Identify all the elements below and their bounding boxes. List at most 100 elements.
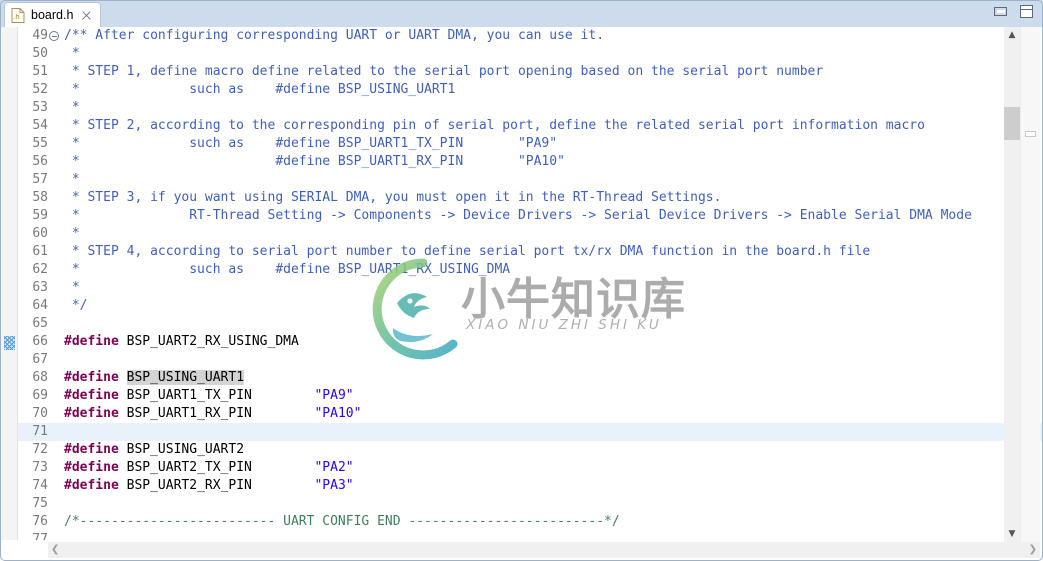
code-lines-container[interactable]: 49 /** After configuring corresponding UA…	[18, 27, 1042, 542]
code-text: * #define BSP_UART1_RX_PIN "PA10"	[64, 153, 565, 171]
code-token: *	[64, 46, 80, 61]
code-line[interactable]: 75	[18, 495, 1042, 513]
horizontal-scrollbar[interactable]: ❮ ❯	[48, 542, 1040, 558]
svg-text:.h: .h	[13, 13, 20, 21]
code-token: BSP_USING_UART1	[126, 370, 245, 385]
code-token: *	[64, 226, 80, 241]
line-number: 65	[32, 316, 48, 331]
code-token: *	[64, 172, 80, 187]
window-titlebar: .h board.h	[0, 0, 1043, 27]
code-token: #define	[64, 334, 119, 349]
code-text: #define BSP_USING_UART2	[64, 441, 244, 459]
code-line[interactable]: 59 * RT-Thread Setting -> Components -> …	[18, 207, 1042, 225]
code-line[interactable]: 71	[18, 423, 1042, 441]
code-token: /** After configuring corresponding UART…	[64, 28, 605, 43]
code-line[interactable]: 61 * STEP 4, according to serial port nu…	[18, 243, 1042, 261]
code-line[interactable]: 76 /*------------------------- UART CONFI…	[18, 513, 1042, 531]
line-number: 68	[32, 370, 48, 385]
line-number: 67	[32, 352, 48, 367]
code-token: *	[64, 280, 80, 295]
code-line[interactable]: 54 * STEP 2, according to the correspond…	[18, 117, 1042, 135]
vertical-scrollbar-thumb[interactable]	[1004, 107, 1020, 140]
change-marker-icon	[4, 336, 15, 350]
code-line[interactable]: 74 #define BSP_UART2_RX_PIN "PA3"	[18, 477, 1042, 495]
code-line[interactable]: 49 /** After configuring corresponding UA…	[18, 27, 1042, 45]
code-line[interactable]: 72 #define BSP_USING_UART2	[18, 441, 1042, 459]
h-file-icon: .h	[11, 7, 25, 23]
code-text: * STEP 1, define macro define related to…	[64, 63, 823, 81]
chevron-down-icon[interactable]: ▼	[1004, 526, 1020, 542]
code-text: #define BSP_UART1_TX_PIN "PA9"	[64, 387, 354, 405]
code-line[interactable]: 70 #define BSP_UART1_RX_PIN "PA10"	[18, 405, 1042, 423]
annotation-gutter[interactable]	[1, 27, 18, 542]
code-token: * such as #define BSP_USING_UART1	[64, 82, 456, 97]
line-number: 50	[32, 46, 48, 61]
line-number: 52	[32, 82, 48, 97]
code-text: *	[64, 171, 80, 189]
code-token: * such as #define BSP_UART1_TX_PIN "PA9"	[64, 136, 558, 151]
line-number: 72	[32, 442, 48, 457]
line-number: 53	[32, 100, 48, 115]
code-line[interactable]: 60 *	[18, 225, 1042, 243]
code-text: /** After configuring corresponding UART…	[64, 27, 604, 45]
line-number: 58	[32, 190, 48, 205]
code-text: * such as #define BSP_USING_UART1	[64, 81, 456, 99]
overview-ruler-marker[interactable]	[1025, 131, 1036, 137]
code-line[interactable]: 52 * such as #define BSP_USING_UART1	[18, 81, 1042, 99]
code-line[interactable]: 64 */	[18, 297, 1042, 315]
close-icon[interactable]	[81, 10, 92, 21]
code-token: BSP_UART2_TX_PIN	[118, 460, 315, 475]
minimize-icon[interactable]	[994, 7, 1007, 16]
code-token: #define	[64, 478, 119, 493]
code-token: #define	[64, 460, 119, 475]
chevron-right-icon[interactable]: ❯	[1029, 545, 1037, 555]
chevron-left-icon[interactable]: ❮	[51, 545, 59, 555]
fold-collapse-icon[interactable]	[49, 31, 59, 41]
maximize-icon[interactable]	[1020, 5, 1033, 18]
line-number: 66	[32, 334, 48, 349]
code-text: *	[64, 99, 80, 117]
code-text: *	[64, 225, 80, 243]
line-number: 70	[32, 406, 48, 421]
code-line[interactable]: 55 * such as #define BSP_UART1_TX_PIN "P…	[18, 135, 1042, 153]
line-number: 69	[32, 388, 48, 403]
code-line[interactable]: 63 *	[18, 279, 1042, 297]
code-line[interactable]: 62 * such as #define BSP_UART1_RX_USING_…	[18, 261, 1042, 279]
code-token: "PA3"	[314, 478, 354, 493]
code-token: BSP_USING_UART2	[118, 442, 245, 457]
code-token: /*------------------------- UART CONFIG …	[64, 514, 620, 529]
code-line[interactable]: 66 #define BSP_UART2_RX_USING_DMA	[18, 333, 1042, 351]
code-token: "PA10"	[314, 406, 362, 421]
code-line[interactable]: 68 #define BSP_USING_UART1	[18, 369, 1042, 387]
code-line[interactable]: 56 * #define BSP_UART1_RX_PIN "PA10"	[18, 153, 1042, 171]
code-line[interactable]: 50 *	[18, 45, 1042, 63]
line-number: 57	[32, 172, 48, 187]
code-text: * STEP 2, according to the corresponding…	[64, 117, 925, 135]
code-line[interactable]: 57 *	[18, 171, 1042, 189]
code-line[interactable]: 69 #define BSP_UART1_TX_PIN "PA9"	[18, 387, 1042, 405]
overview-ruler[interactable]	[1020, 27, 1040, 542]
source-editor[interactable]: 49 /** After configuring corresponding UA…	[1, 27, 1042, 542]
line-number: 51	[32, 64, 48, 79]
code-token: */	[64, 298, 88, 313]
code-token: #define	[64, 370, 119, 385]
code-line[interactable]: 65	[18, 315, 1042, 333]
line-number: 56	[32, 154, 48, 169]
chevron-up-icon[interactable]: ▲	[1004, 27, 1020, 43]
code-line[interactable]: 53 *	[18, 99, 1042, 117]
code-line[interactable]: 51 * STEP 1, define macro define related…	[18, 63, 1042, 81]
vertical-scrollbar[interactable]: ▲ ▼	[1004, 27, 1020, 542]
code-text: #define BSP_UART2_RX_USING_DMA	[64, 333, 299, 351]
code-token: * RT-Thread Setting -> Components -> Dev…	[64, 208, 972, 223]
code-token: BSP_UART1_RX_PIN	[118, 406, 315, 421]
code-line[interactable]: 67	[18, 351, 1042, 369]
code-text: * STEP 3, if you want using SERIAL DMA, …	[64, 189, 722, 207]
code-token: * #define BSP_UART1_RX_PIN "PA10"	[64, 154, 565, 169]
code-text: *	[64, 45, 80, 63]
code-line[interactable]: 58 * STEP 3, if you want using SERIAL DM…	[18, 189, 1042, 207]
code-line[interactable]: 73 #define BSP_UART2_TX_PIN "PA2"	[18, 459, 1042, 477]
code-token: #define	[64, 388, 119, 403]
editor-tab-board-h[interactable]: .h board.h	[4, 2, 102, 27]
code-token: * such as #define BSP_UART1_RX_USING_DMA	[64, 262, 511, 277]
